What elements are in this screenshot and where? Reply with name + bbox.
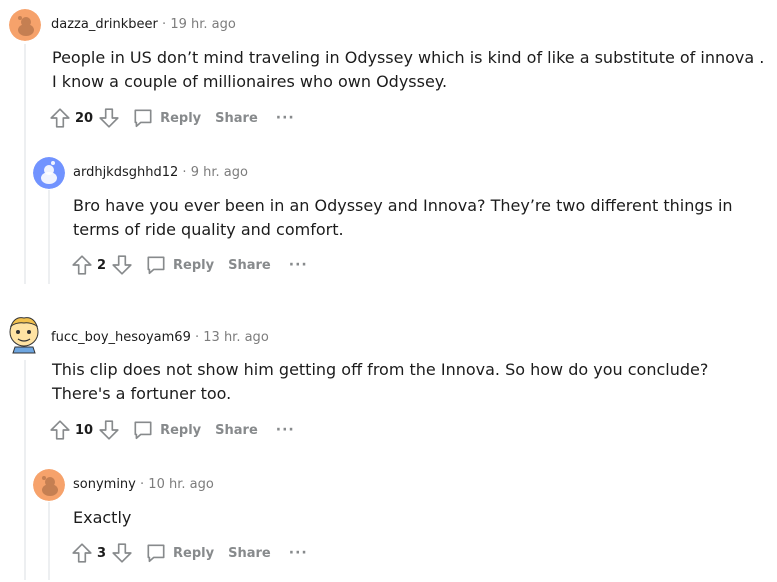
- reply-button[interactable]: Reply: [145, 254, 214, 276]
- share-button[interactable]: Share: [228, 546, 271, 561]
- downvote-icon[interactable]: [111, 254, 133, 276]
- separator: ·: [140, 477, 145, 492]
- more-options-button[interactable]: ···: [276, 422, 295, 438]
- thread-line[interactable]: [24, 44, 26, 284]
- author-name[interactable]: dazza_drinkbeer: [51, 17, 158, 32]
- thread-line[interactable]: [48, 502, 50, 580]
- comment-bubble-icon: [145, 254, 167, 276]
- comment-body: This clip does not show him getting off …: [52, 360, 709, 403]
- more-options-button[interactable]: ···: [276, 110, 295, 126]
- upvote-icon[interactable]: [49, 419, 71, 441]
- separator: ·: [182, 165, 187, 180]
- upvote-icon[interactable]: [49, 107, 71, 129]
- reply-button[interactable]: Reply: [145, 542, 214, 564]
- author-name[interactable]: ardhjkdsghhd12: [73, 165, 178, 180]
- upvote-icon[interactable]: [71, 542, 93, 564]
- reply-label: Reply: [173, 257, 215, 273]
- vote-count: 3: [97, 545, 107, 561]
- timestamp[interactable]: 10 hr. ago: [148, 477, 214, 492]
- vote-group: 10: [49, 419, 120, 441]
- comment-body: People in US don’t mind traveling in Ody…: [52, 48, 765, 91]
- action-bar: 10 Reply Share ···: [49, 418, 295, 442]
- reply-label: Reply: [160, 422, 202, 438]
- comment-body: Exactly: [73, 508, 132, 527]
- share-button[interactable]: Share: [228, 258, 271, 273]
- vote-group: 3: [71, 542, 133, 564]
- action-bar: 20 Reply Share ···: [49, 106, 295, 130]
- reply-button[interactable]: Reply: [132, 419, 201, 441]
- share-button[interactable]: Share: [215, 111, 258, 126]
- more-options-button[interactable]: ···: [289, 257, 308, 273]
- downvote-icon[interactable]: [98, 107, 120, 129]
- timestamp[interactable]: 9 hr. ago: [191, 165, 248, 180]
- comment-body: Bro have you ever been in an Odyssey and…: [73, 196, 733, 239]
- comment-meta: dazza_drinkbeer · 19 hr. ago: [51, 17, 236, 33]
- avatar[interactable]: [33, 157, 65, 189]
- share-button[interactable]: Share: [215, 423, 258, 438]
- timestamp[interactable]: 19 hr. ago: [170, 17, 236, 32]
- avatar[interactable]: [5, 314, 43, 354]
- reply-button[interactable]: Reply: [132, 107, 201, 129]
- reply-label: Reply: [160, 110, 202, 126]
- vote-count: 10: [75, 422, 94, 438]
- comment-bubble-icon: [132, 107, 154, 129]
- snoo-avatar-icon: [33, 469, 65, 501]
- comment-meta: sonyminy · 10 hr. ago: [73, 477, 214, 493]
- vote-group: 20: [49, 107, 120, 129]
- separator: ·: [194, 330, 200, 345]
- downvote-icon[interactable]: [98, 419, 120, 441]
- comment-bubble-icon: [145, 542, 167, 564]
- action-bar: 3 Reply Share ···: [71, 541, 308, 565]
- timestamp[interactable]: 13 hr. ago: [203, 330, 269, 345]
- author-name[interactable]: sonyminy: [73, 477, 136, 492]
- action-bar: 2 Reply Share ···: [71, 253, 308, 277]
- separator: ·: [162, 17, 167, 32]
- comment-meta: ardhjkdsghhd12 · 9 hr. ago: [73, 165, 248, 181]
- more-options-button[interactable]: ···: [289, 545, 308, 561]
- cartoon-avatar-icon: [9, 317, 39, 354]
- avatar[interactable]: [33, 469, 65, 501]
- comment-bubble-icon: [132, 419, 154, 441]
- vote-group: 2: [71, 254, 133, 276]
- vote-count: 2: [97, 257, 107, 273]
- snoo-avatar-icon: [33, 157, 65, 189]
- thread-line[interactable]: [48, 190, 50, 284]
- author-name[interactable]: fucc_boy_hesoyam69: [51, 330, 191, 345]
- reply-label: Reply: [173, 545, 215, 561]
- downvote-icon[interactable]: [111, 542, 133, 564]
- snoo-avatar-icon: [9, 9, 41, 41]
- upvote-icon[interactable]: [71, 254, 93, 276]
- vote-count: 20: [75, 110, 94, 126]
- comment-meta: fucc_boy_hesoyam69 · 13 hr. ago: [51, 330, 269, 346]
- avatar[interactable]: [9, 9, 41, 41]
- thread-line[interactable]: [24, 360, 26, 580]
